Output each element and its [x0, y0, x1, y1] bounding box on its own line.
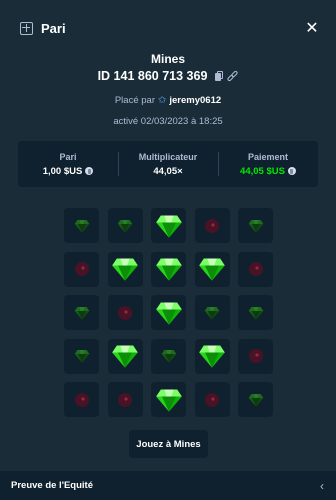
- bet-slip-icon: [20, 21, 33, 35]
- mines-tile[interactable]: [64, 338, 99, 374]
- gem-icon: [155, 258, 182, 281]
- mines-board: [64, 208, 273, 417]
- mines-tile[interactable]: [64, 208, 99, 243]
- mines-tile[interactable]: [238, 338, 273, 374]
- currency-coin-icon: [85, 167, 94, 175]
- modal-title: Pari: [41, 20, 66, 36]
- mine-icon: [248, 262, 263, 276]
- mines-tile[interactable]: [151, 251, 186, 287]
- mines-tile[interactable]: [194, 208, 230, 243]
- stat-multiplier-value: 44,05×: [153, 165, 183, 177]
- stat-payout-label: Paiement: [247, 151, 289, 162]
- mine-icon: [248, 349, 263, 363]
- mine-icon: [74, 392, 89, 407]
- play-mines-button[interactable]: Jouez à Mines: [129, 430, 208, 458]
- mine-icon: [118, 305, 132, 320]
- gem-icon: [155, 215, 182, 238]
- mines-tile[interactable]: [151, 208, 186, 243]
- username-link[interactable]: jeremy0612: [169, 95, 221, 106]
- stat-bet: Pari 1,00 $US: [18, 141, 118, 187]
- gem-icon: [112, 345, 138, 368]
- bet-id: ID 141 860 713 369: [97, 69, 208, 83]
- stat-bet-label: Pari: [59, 151, 77, 162]
- mines-tile[interactable]: [238, 382, 273, 417]
- mines-tile[interactable]: [107, 208, 143, 243]
- mines-tile[interactable]: [107, 251, 143, 287]
- provably-fair-toggle[interactable]: Preuve de l'Equité ‹: [0, 471, 336, 500]
- mines-tile[interactable]: [194, 382, 230, 417]
- gem-icon: [248, 393, 263, 407]
- mines-tile[interactable]: [151, 338, 186, 374]
- modal-header: Pari ✕: [0, 0, 336, 56]
- gem-icon: [161, 350, 176, 363]
- mine-icon: [74, 262, 89, 276]
- mine-icon: [205, 392, 219, 407]
- mines-tile[interactable]: [107, 338, 143, 374]
- mines-tile[interactable]: [64, 382, 99, 417]
- gem-icon: [248, 219, 263, 233]
- gem-icon: [204, 306, 220, 320]
- copy-icon[interactable]: [215, 71, 224, 81]
- gem-icon: [155, 302, 182, 325]
- gem-icon: [74, 350, 89, 363]
- mine-icon: [118, 392, 132, 407]
- link-icon[interactable]: [227, 69, 239, 82]
- mines-tile[interactable]: [107, 295, 143, 330]
- chevron-left-icon: ‹: [320, 478, 324, 493]
- mines-tile[interactable]: [64, 295, 99, 330]
- bet-stats-panel: Pari 1,00 $US Multiplicateur 44,05× Paie…: [18, 141, 318, 187]
- currency-coin-icon: [287, 167, 296, 175]
- mines-tile[interactable]: [238, 295, 273, 330]
- gem-icon: [248, 306, 263, 320]
- mines-tile[interactable]: [64, 251, 99, 287]
- mines-tile[interactable]: [151, 295, 186, 330]
- mine-icon: [205, 218, 219, 233]
- gem-icon: [199, 345, 225, 368]
- stat-multiplier-label: Multiplicateur: [138, 151, 198, 162]
- placed-by-label: Placé par: [114, 95, 155, 106]
- stat-payout-value: 44,05 $US: [240, 165, 285, 177]
- mines-tile[interactable]: [194, 251, 230, 287]
- gem-icon: [199, 258, 225, 281]
- mines-tile[interactable]: [238, 208, 273, 243]
- mines-tile[interactable]: [238, 251, 273, 287]
- gem-icon: [155, 389, 182, 412]
- bet-date: activé 02/03/2023 à 18:25: [113, 116, 223, 127]
- game-name: Mines: [150, 52, 185, 66]
- gem-icon: [74, 219, 89, 233]
- placed-by-row: Placé par ✩ jeremy0612: [0, 95, 336, 106]
- stat-bet-value: 1,00 $US: [42, 165, 83, 177]
- bet-id-row: ID 141 860 713 369: [0, 69, 336, 83]
- stat-payout: Paiement 44,05 $US: [218, 141, 318, 187]
- mines-tile[interactable]: [194, 338, 230, 374]
- close-button[interactable]: ✕: [302, 18, 322, 38]
- mines-tile[interactable]: [151, 382, 186, 417]
- stat-multiplier: Multiplicateur 44,05×: [118, 141, 218, 187]
- gem-icon: [74, 306, 89, 320]
- mines-tile[interactable]: [194, 295, 230, 330]
- gem-icon: [117, 219, 133, 233]
- mines-tile[interactable]: [107, 382, 143, 417]
- close-icon[interactable]: ✕: [305, 18, 318, 38]
- vip-star-icon: ✩: [157, 95, 167, 106]
- provably-fair-label: Preuve de l'Equité: [11, 480, 93, 491]
- gem-icon: [112, 258, 138, 281]
